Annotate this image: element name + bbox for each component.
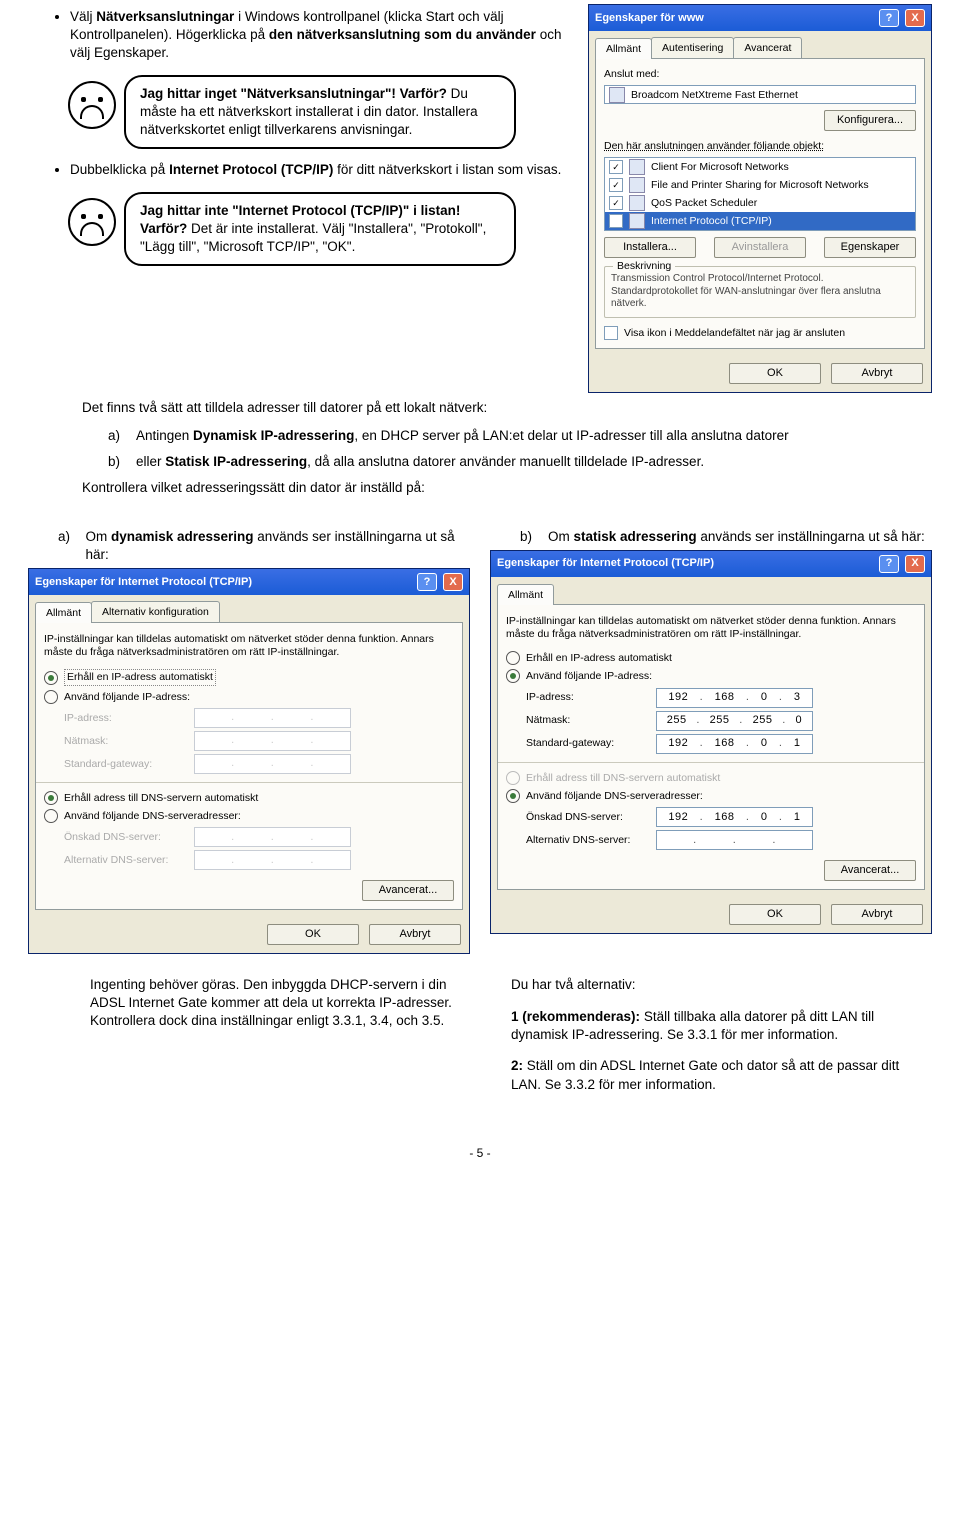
ok-button[interactable]: OK [729,904,821,925]
description-title: Beskrivning [613,259,675,273]
bullet-1: Välj Nätverksanslutningar i Windows kont… [70,8,570,63]
help-button[interactable]: ? [879,555,899,573]
notify-checkbox[interactable] [604,326,618,340]
dns2-field: ... [194,850,351,870]
component-icon [629,177,645,193]
adapter-name: Broadcom NetXtreme Fast Ethernet [631,88,798,102]
radio-auto-dns [506,771,520,785]
label-a: a) [108,427,126,445]
connect-with-label: Anslut med: [604,67,916,81]
bottom-right-opt1: 1 (rekommenderas): Ställ tillbaka alla d… [511,1008,902,1044]
dns2-field[interactable]: ... [656,830,813,850]
tab-general[interactable]: Allmänt [595,38,652,59]
mask-field: ... [194,731,351,751]
sad-face-icon [68,81,116,129]
checkbox-icon[interactable]: ✓ [609,214,623,228]
tab-general[interactable]: Allmänt [35,602,92,623]
advanced-button[interactable]: Avancerat... [824,860,916,881]
cancel-button[interactable]: Avbryt [369,924,461,945]
dynamic-intro: Om dynamisk adressering används ser inst… [85,528,470,564]
close-button[interactable]: X [443,573,463,591]
callout-2: Jag hittar inte "Internet Protocol (TCP/… [68,192,570,267]
bottom-right-intro: Du har två alternativ: [511,976,902,994]
radio-manual-dns[interactable] [44,809,58,823]
dns1-field: ... [194,827,351,847]
label-a: a) [28,528,75,564]
two-ways-intro: Det finns två sätt att tilldela adresser… [28,399,932,417]
radio-manual-dns[interactable] [506,789,520,803]
list-item[interactable]: File and Printer Sharing for Microsoft N… [651,178,869,192]
checkbox-icon[interactable]: ✓ [609,196,623,210]
list-item-selected[interactable]: Internet Protocol (TCP/IP) [651,214,772,228]
ok-button[interactable]: OK [267,924,359,945]
checkbox-icon[interactable]: ✓ [609,160,623,174]
label-b: b) [490,528,538,546]
page-number: - 5 - [0,1145,960,1161]
nic-icon [609,87,625,103]
radio-auto-ip[interactable] [44,671,58,685]
configure-button[interactable]: Konfigurera... [824,110,916,131]
callout-1: Jag hittar inget "Nätverksanslutningar"!… [68,75,570,150]
check-mode-text: Kontrollera vilket adresseringssätt din … [28,479,932,497]
window-title: Egenskaper för Internet Protocol (TCP/IP… [497,556,714,571]
tcp-intro: IP-inställningar kan tilldelas automatis… [44,633,454,659]
properties-button[interactable]: Egenskaper [824,237,916,258]
help-button[interactable]: ? [879,9,899,27]
mask-field[interactable]: 255.255.255.0 [656,711,813,731]
component-icon [629,195,645,211]
callout-1-title: Jag hittar inget "Nätverksanslutningar"!… [140,86,447,101]
bullet-2: Dubbelklicka på Internet Protocol (TCP/I… [70,161,570,179]
gateway-field[interactable]: 192.168.0.1 [656,734,813,754]
dns1-field[interactable]: 192.168.0.1 [656,807,813,827]
static-intro: Om statisk adressering används ser instä… [548,528,925,546]
radio-manual-ip[interactable] [506,669,520,683]
radio-auto-dns[interactable] [44,791,58,805]
bottom-left-text: Ingenting behöver göras. Den inbyggda DH… [90,976,481,1108]
close-button[interactable]: X [905,9,925,27]
gateway-field: ... [194,754,351,774]
window-title: Egenskaper för Internet Protocol (TCP/IP… [35,575,252,590]
option-a: Antingen Dynamisk IP-adressering, en DHC… [136,427,789,445]
ok-button[interactable]: OK [729,363,821,384]
tcpip-properties-static: Egenskaper för Internet Protocol (TCP/IP… [490,550,932,934]
callout-2-body: Det är inte installerat. Välj "Installer… [140,221,486,254]
sad-face-icon [68,198,116,246]
tab-advanced[interactable]: Avancerat [733,37,802,58]
uninstall-button: Avinstallera [714,237,806,258]
tcp-intro: IP-inställningar kan tilldelas automatis… [506,615,916,641]
radio-manual-ip[interactable] [44,690,58,704]
list-item[interactable]: QoS Packet Scheduler [651,196,757,210]
ip-field: ... [194,708,351,728]
tab-general[interactable]: Allmänt [497,584,554,605]
bottom-right-opt2: 2: Ställ om din ADSL Internet Gate och d… [511,1057,902,1093]
help-button[interactable]: ? [417,573,437,591]
description-text: Transmission Control Protocol/Internet P… [611,273,909,311]
window-title: Egenskaper för www [595,11,704,26]
uses-label: Den här anslutningen använder följande o… [604,139,916,153]
checkbox-icon[interactable]: ✓ [609,178,623,192]
cancel-button[interactable]: Avbryt [831,363,923,384]
notify-label: Visa ikon i Meddelandefältet när jag är … [624,326,845,340]
cancel-button[interactable]: Avbryt [831,904,923,925]
connection-properties-window: Egenskaper för www ? X Allmänt Autentise… [588,4,932,393]
tab-auth[interactable]: Autentisering [651,37,734,58]
advanced-button[interactable]: Avancerat... [362,880,454,901]
tcpip-properties-dynamic: Egenskaper för Internet Protocol (TCP/IP… [28,568,470,954]
option-b: eller Statisk IP-adressering, då alla an… [136,453,704,471]
list-item[interactable]: Client For Microsoft Networks [651,160,789,174]
install-button[interactable]: Installera... [604,237,696,258]
label-b: b) [108,453,126,471]
radio-auto-ip[interactable] [506,651,520,665]
component-icon [629,213,645,229]
components-listbox[interactable]: ✓ Client For Microsoft Networks ✓ File and… [604,157,916,231]
close-button[interactable]: X [905,555,925,573]
component-icon [629,159,645,175]
tab-altconfig[interactable]: Alternativ konfiguration [91,601,220,622]
ip-field[interactable]: 192.168.0.3 [656,688,813,708]
